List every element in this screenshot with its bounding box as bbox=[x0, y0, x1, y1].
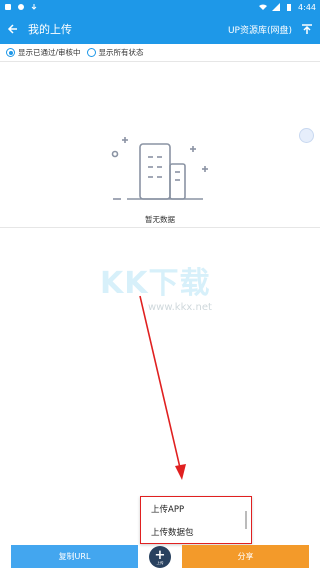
watermark-logo: KK下载 bbox=[100, 266, 211, 301]
buildings-icon bbox=[111, 137, 208, 200]
repo-link[interactable]: UP资源库(网盘) bbox=[228, 23, 292, 36]
upload-popup-menu: 上传APP 上传数据包 bbox=[140, 496, 252, 544]
app-bar: 我的上传 UP资源库(网盘) bbox=[0, 14, 320, 44]
signal-icon bbox=[272, 3, 281, 11]
menu-item-upload-app[interactable]: 上传APP bbox=[141, 497, 251, 520]
plus-icon: + bbox=[154, 547, 166, 563]
menu-item-upload-datapack[interactable]: 上传数据包 bbox=[141, 520, 251, 543]
share-button[interactable]: 分享 bbox=[182, 545, 309, 568]
upload-fab-button[interactable]: + 上传 bbox=[149, 546, 171, 568]
empty-state: 暂无数据 bbox=[0, 62, 320, 228]
download-icon bbox=[31, 4, 37, 10]
filter-bar: 显示已通过/审核中 显示所有状态 bbox=[0, 44, 320, 62]
filter-approved[interactable]: 显示已通过/审核中 bbox=[6, 47, 81, 58]
upload-icon[interactable] bbox=[300, 22, 314, 36]
copy-url-button[interactable]: 复制URL bbox=[11, 545, 138, 568]
radio-checked[interactable] bbox=[6, 48, 15, 57]
notification-icon bbox=[5, 4, 11, 10]
app-icon bbox=[18, 4, 24, 10]
menu-scrollbar bbox=[245, 511, 247, 529]
back-button[interactable] bbox=[6, 22, 20, 36]
battery-icon bbox=[287, 4, 292, 11]
floating-badge[interactable] bbox=[299, 128, 314, 143]
empty-text: 暂无数据 bbox=[145, 215, 175, 224]
wifi-icon bbox=[259, 4, 268, 10]
fab-label: 上传 bbox=[156, 560, 164, 565]
back-arrow-icon bbox=[7, 24, 17, 34]
radio-unchecked[interactable] bbox=[86, 48, 96, 57]
filter-all-status[interactable]: 显示所有状态 bbox=[86, 47, 144, 58]
status-bar: 4:44 bbox=[0, 0, 320, 14]
watermark-url: www.kkx.net bbox=[148, 302, 212, 313]
page-title: 我的上传 bbox=[28, 23, 72, 36]
filter-label: 显示已通过/审核中 bbox=[18, 48, 81, 57]
status-time: 4:44 bbox=[298, 2, 316, 12]
filter-label: 显示所有状态 bbox=[98, 48, 144, 57]
